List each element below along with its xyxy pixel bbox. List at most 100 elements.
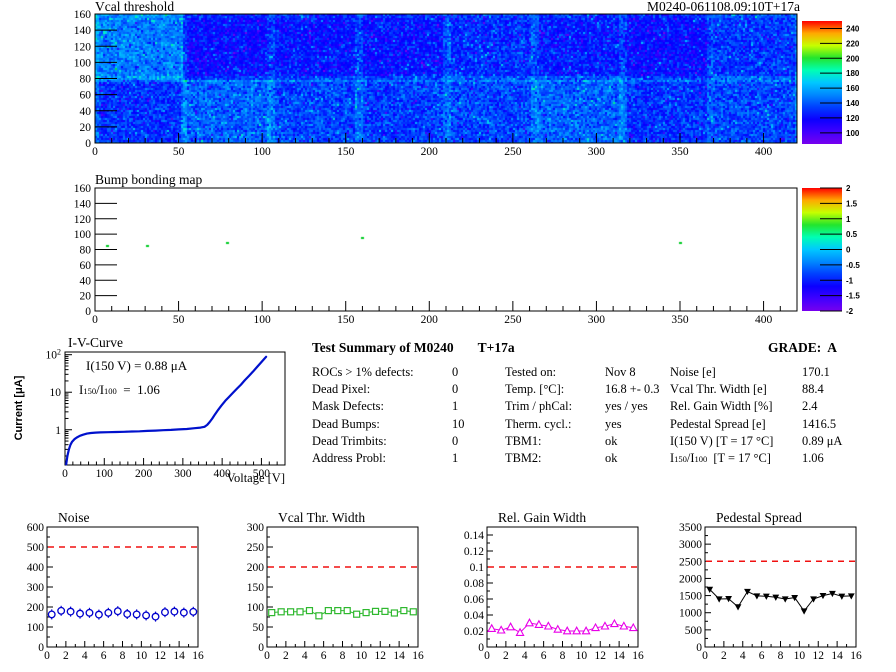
summary-label: Trim / phCal: xyxy=(505,399,573,414)
x-tick-label: 300 xyxy=(588,146,606,158)
x-tick-label: 350 xyxy=(671,314,689,326)
data-point xyxy=(324,606,332,615)
x-tick-label: 0 xyxy=(264,650,270,662)
colorbar-tick-label: 200 xyxy=(846,54,860,63)
summary-value: 16.8 +- 0.3 xyxy=(605,382,660,397)
y-tick-label: 100 xyxy=(74,57,92,69)
data-point xyxy=(600,621,610,630)
data-point xyxy=(496,625,506,634)
y-tick-label: 1000 xyxy=(679,608,702,620)
summary-row: Noise [e] 170.1 xyxy=(670,364,896,381)
data-point xyxy=(305,606,314,615)
plot-frame xyxy=(46,526,199,648)
x-tick-label: 2 xyxy=(721,650,727,662)
colorbar-tick-label: -2 xyxy=(846,307,854,316)
x-tick-label: 14 xyxy=(613,650,625,662)
x-tick-label: 2 xyxy=(503,650,509,662)
x-tick-label: 0 xyxy=(484,650,490,662)
x-tick-label: 16 xyxy=(850,650,862,662)
data-point xyxy=(371,607,380,616)
plot-frame xyxy=(266,526,419,648)
summary-value: 0.89 μA xyxy=(802,433,843,448)
x-tick-label: 0 xyxy=(92,314,98,326)
summary-row: Pedestal Spread [e] 1416.5 xyxy=(670,416,896,433)
data-point xyxy=(296,608,304,616)
x-tick-label: 50 xyxy=(173,146,185,158)
iv-x-axis-label: Voltage [V] xyxy=(226,471,285,485)
data-point xyxy=(85,608,94,617)
colorbar-tick-label: 120 xyxy=(846,114,860,123)
data-point xyxy=(581,626,591,635)
x-tick-label: 12 xyxy=(155,650,167,662)
x-tick-label: 16 xyxy=(632,650,644,662)
x-tick-label: 6 xyxy=(759,650,765,662)
data-series-line xyxy=(491,622,634,634)
x-tick-label: 10 xyxy=(794,650,806,662)
data-point xyxy=(409,608,417,616)
data-point xyxy=(76,609,84,618)
plot-frame xyxy=(704,526,857,648)
summary-value: 1416.5 xyxy=(802,416,837,431)
data-point xyxy=(847,593,855,600)
y-tick-label: 0.06 xyxy=(464,594,484,606)
data-point xyxy=(343,606,351,615)
data-point xyxy=(277,608,285,616)
x-tick-label: 16 xyxy=(412,650,424,662)
summary-label: Noise [e] xyxy=(670,365,716,379)
colorbar-tick-label: 240 xyxy=(846,24,860,33)
summary-label: TBM1: xyxy=(505,433,542,448)
x-tick-label: 100 xyxy=(254,146,272,158)
summary-label: Therm. cycl.: xyxy=(505,416,572,431)
x-tick-label: 8 xyxy=(120,650,126,662)
colorbar-tick-label: 0.5 xyxy=(846,230,858,239)
colorbar-tick-label: 140 xyxy=(846,99,860,108)
y-tick-label: 400 xyxy=(27,562,45,574)
x-tick-label: 4 xyxy=(302,650,308,662)
data-point xyxy=(715,596,723,603)
y-tick-label: 500 xyxy=(685,625,703,637)
x-tick-label: 400 xyxy=(755,146,773,158)
y-tick-label: 0 xyxy=(478,642,484,654)
summary-row: I150/I100 [T = 17 °C] 1.06 xyxy=(670,450,896,467)
x-tick-label: 14 xyxy=(393,650,405,662)
colorbar-gradient xyxy=(802,21,842,144)
module-id-title: M0240-061108.09:10T+17a xyxy=(647,0,800,14)
rel_gain_width_per_roc-plot: 00.020.040.060.080.10.120.140 2 4 6 8 10 12 14 1… xyxy=(464,526,644,662)
summary-label: ROCs > 1% defects: xyxy=(312,365,414,379)
y-tick-label: 50 xyxy=(253,622,265,634)
summary-value: 1 xyxy=(452,450,459,465)
x-tick-label: 12 xyxy=(813,650,825,662)
x-tick-label: 50 xyxy=(173,314,185,326)
summary-heading-suffix: T+17a xyxy=(477,340,515,355)
y-tick-label: 2000 xyxy=(679,573,702,585)
y-tick-label: 80 xyxy=(80,245,92,257)
data-point xyxy=(189,607,198,616)
iv-curve-title: I-V-Curve xyxy=(68,335,123,350)
summary-label: Rel. Gain Width [%] xyxy=(670,399,773,414)
data-point xyxy=(543,621,553,630)
colorbar-tick-label: 2 xyxy=(846,184,851,193)
y-tick-label: 10 xyxy=(50,387,62,399)
summary-row: Therm. cycl.: yes xyxy=(505,416,670,433)
y-tick-label: 140 xyxy=(74,198,92,210)
data-point xyxy=(57,606,66,615)
colorbar-tick-label: 160 xyxy=(846,84,860,93)
data-point xyxy=(619,621,629,630)
iv-annotation-ratio: I150/I100 = 1.06 xyxy=(79,382,160,398)
data-point xyxy=(390,609,399,617)
data-point xyxy=(838,593,846,600)
data-point xyxy=(553,624,563,633)
summary-value: yes xyxy=(605,416,622,431)
y-tick-label: 0 xyxy=(696,642,702,654)
y-tick-label: 0 xyxy=(85,138,91,150)
x-tick-label: 8 xyxy=(778,650,784,662)
ratio-sub-100: 100 xyxy=(104,386,117,396)
noise-plot-title: Noise xyxy=(58,510,90,525)
iv-y-axis-label: Current [μA] xyxy=(13,375,25,441)
x-tick-label: 10 xyxy=(356,650,368,662)
data-point xyxy=(66,607,75,616)
y-tick-label: 100 xyxy=(74,229,92,241)
data-point xyxy=(487,623,497,632)
colorbar-tick-label: -1.5 xyxy=(846,292,860,301)
x-tick-label: 4 xyxy=(740,650,746,662)
